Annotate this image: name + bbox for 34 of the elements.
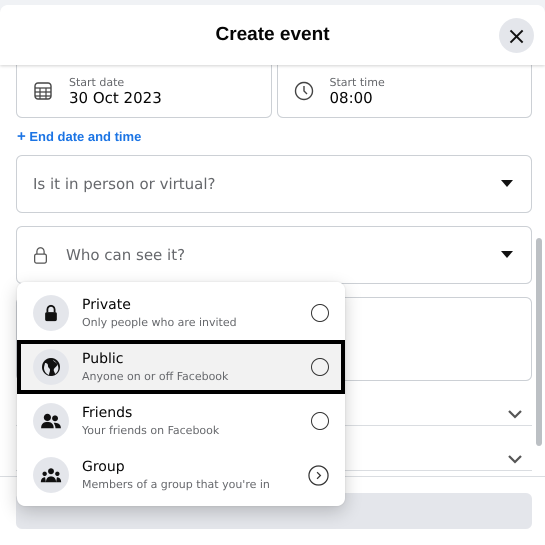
globe-icon <box>33 349 69 385</box>
option-description: Your friends on Facebook <box>82 424 220 437</box>
privacy-option[interactable]: Public Anyone on or off Facebook <box>17 340 345 394</box>
radio-button[interactable] <box>311 304 329 322</box>
dialog-title: Create event <box>215 24 330 46</box>
chevron-right-icon[interactable] <box>308 464 329 486</box>
lock-icon <box>33 295 69 331</box>
clock-icon <box>294 81 314 101</box>
option-title: Public <box>82 351 124 367</box>
people-icon <box>33 403 69 439</box>
calendar-icon <box>33 81 53 101</box>
option-title: Private <box>82 297 132 313</box>
caret-icon <box>501 180 513 188</box>
scrollbar[interactable] <box>536 238 542 446</box>
location-dropdown[interactable]: Is it in person or virtual? <box>16 155 532 213</box>
option-description: Members of a group that you're in <box>82 478 271 491</box>
chevron-icon <box>508 454 522 464</box>
close-button[interactable]: × <box>499 18 534 53</box>
privacy-option[interactable]: Group Members of a group that you're in <box>17 448 345 502</box>
privacy-option[interactable]: Friends Your friends on Facebook <box>17 394 345 448</box>
start-date-field[interactable]: Start date 30 Oct 2023 <box>16 65 272 118</box>
chevron-icon <box>508 410 522 418</box>
radio-button[interactable] <box>311 358 329 376</box>
option-description: Only people who are invited <box>82 316 238 329</box>
caret-icon <box>501 251 513 259</box>
radio-button[interactable] <box>311 412 329 430</box>
privacy-option[interactable]: Private Only people who are invited <box>17 286 345 340</box>
option-description: Anyone on or off Facebook <box>82 370 230 383</box>
start-time-field[interactable]: Start time 08:00 <box>276 65 532 118</box>
end-date-link[interactable]: + End date and time <box>17 128 532 145</box>
option-title: Friends <box>82 405 134 421</box>
option-title: Group <box>82 459 126 475</box>
lock-icon <box>33 246 48 264</box>
group-icon <box>33 457 69 493</box>
